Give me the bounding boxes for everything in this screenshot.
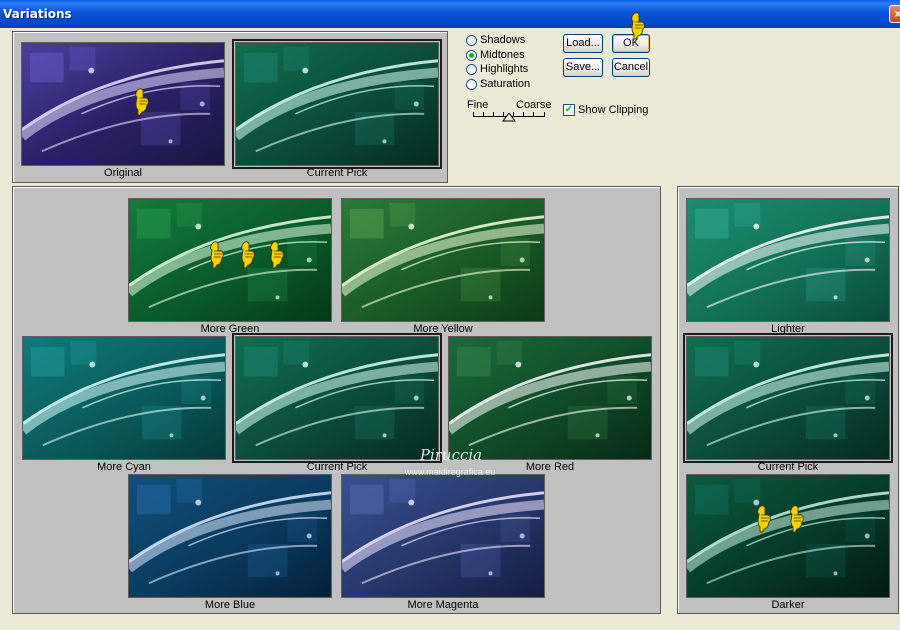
more-yellow-label: More Yellow xyxy=(413,323,473,335)
pointer-hand-icon xyxy=(135,88,149,116)
watermark-site: www.maidiregrafica.eu xyxy=(404,467,496,477)
cancel-button[interactable]: Cancel xyxy=(612,58,650,77)
original-thumbnail xyxy=(21,42,225,166)
radio-circle[interactable] xyxy=(466,63,477,75)
thumbnail-image xyxy=(687,337,889,459)
radio-circle[interactable] xyxy=(466,78,477,90)
pointer-hand-icon xyxy=(757,505,771,533)
thumbnail-image xyxy=(22,43,224,165)
slider-tick xyxy=(533,112,534,116)
thumbnail-image xyxy=(236,337,438,459)
pointer-hand-icon xyxy=(270,241,284,269)
brightness-current-pick-label: Current Pick xyxy=(757,461,819,473)
show-clipping-checkbox[interactable]: ✓ xyxy=(563,104,575,116)
more-magenta-thumbnail[interactable] xyxy=(341,474,545,598)
radio-midtones[interactable]: Midtones xyxy=(466,48,525,62)
show-clipping-label: Show Clipping xyxy=(578,104,649,116)
thumbnail-image xyxy=(236,43,438,165)
thumbnail-image xyxy=(342,475,544,597)
pointer-hand-icon xyxy=(210,241,224,269)
save-button[interactable]: Save... xyxy=(563,58,603,77)
slider-coarse-label: Coarse xyxy=(516,99,552,111)
watermark-name: Piruccia xyxy=(419,446,483,464)
close-icon: × xyxy=(894,7,900,21)
load-button[interactable]: Load... xyxy=(563,34,603,53)
radio-highlights[interactable]: Highlights xyxy=(466,62,528,76)
pointer-hand-icon xyxy=(790,505,804,533)
title-bar: Variations × xyxy=(0,0,900,28)
more-magenta-label: More Magenta xyxy=(407,599,479,611)
radio-midtones-label: Midtones xyxy=(480,49,525,61)
close-button[interactable]: × xyxy=(889,5,900,23)
current-pick-preview xyxy=(232,39,442,169)
thumbnail-image xyxy=(23,337,225,459)
center-current-pick-thumbnail xyxy=(232,333,442,463)
original-label: Original xyxy=(104,167,142,179)
slider-tick xyxy=(473,112,474,116)
thumbnail-image xyxy=(687,199,889,321)
thumbnail-image xyxy=(687,475,889,597)
slider-tick xyxy=(483,112,484,116)
brightness-current-pick-thumbnail xyxy=(683,333,893,463)
more-green-label: More Green xyxy=(200,323,260,335)
slider-tick xyxy=(523,112,524,116)
radio-saturation[interactable]: Saturation xyxy=(466,77,530,91)
pointer-hand-icon xyxy=(631,12,645,40)
thumbnail-image xyxy=(449,337,651,459)
thumbnail-image xyxy=(342,199,544,321)
more-yellow-thumbnail[interactable] xyxy=(341,198,545,322)
more-green-thumbnail[interactable] xyxy=(128,198,332,322)
radio-shadows-label: Shadows xyxy=(480,34,526,46)
thumbnail-image xyxy=(129,475,331,597)
lighter-label: Lighter xyxy=(771,323,805,335)
thumbnail-image xyxy=(129,199,331,321)
slider-thumb[interactable] xyxy=(502,113,516,122)
more-red-thumbnail[interactable] xyxy=(448,336,652,460)
pointer-hand-icon xyxy=(241,241,255,269)
window-title: Variations xyxy=(3,7,72,21)
radio-shadows[interactable]: Shadows xyxy=(466,33,525,47)
slider-fine-label: Fine xyxy=(467,99,489,111)
more-cyan-thumbnail[interactable] xyxy=(22,336,226,460)
slider-tick xyxy=(544,112,545,116)
checkmark-icon: ✓ xyxy=(564,104,574,115)
current-pick-preview-label: Current Pick xyxy=(306,167,368,179)
more-blue-thumbnail[interactable] xyxy=(128,474,332,598)
radio-highlights-label: Highlights xyxy=(480,63,529,75)
darker-thumbnail[interactable] xyxy=(686,474,890,598)
lighter-thumbnail[interactable] xyxy=(686,198,890,322)
radio-circle[interactable] xyxy=(466,49,477,61)
more-blue-label: More Blue xyxy=(204,599,256,611)
radio-circle[interactable] xyxy=(466,34,477,46)
radio-saturation-label: Saturation xyxy=(480,78,531,90)
more-cyan-label: More Cyan xyxy=(97,461,151,473)
slider-tick xyxy=(493,112,494,116)
darker-label: Darker xyxy=(771,599,805,611)
